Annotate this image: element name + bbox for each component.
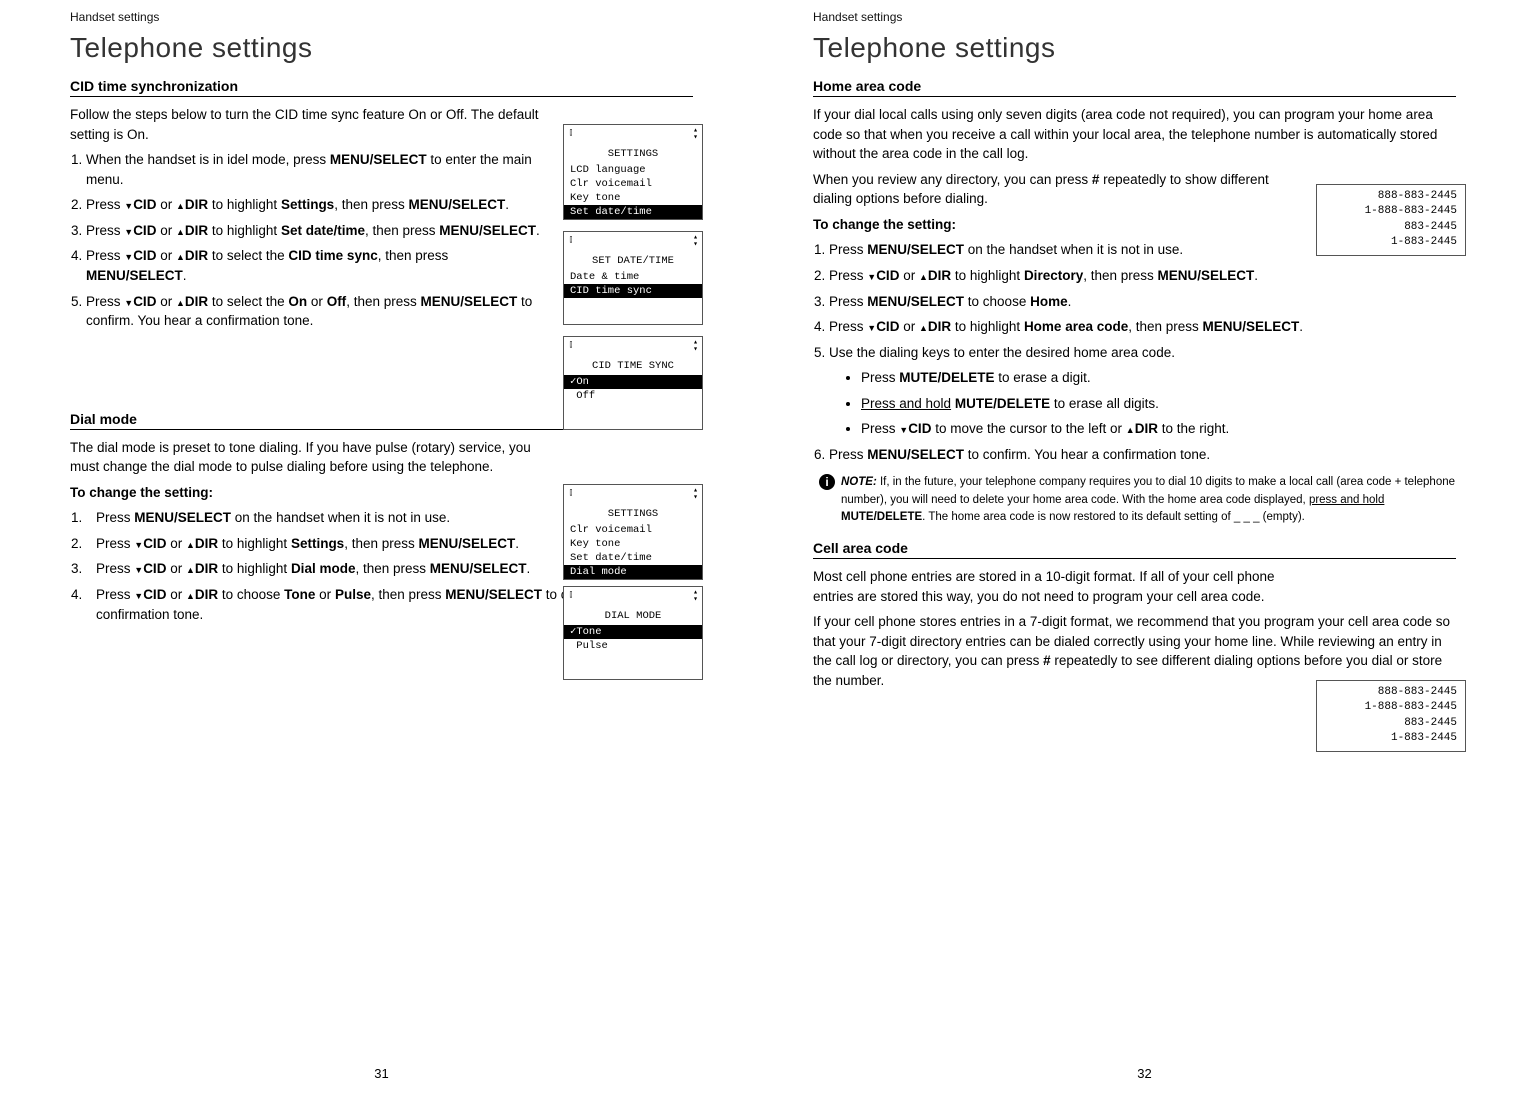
page-number: 32 [1137, 1066, 1151, 1081]
lcd-row: Off [564, 389, 702, 403]
dial-line: 1-883-2445 [1325, 731, 1457, 746]
up-triangle-icon [919, 268, 928, 283]
cell-paragraph-1: Most cell phone entries are stored in a … [813, 567, 1456, 606]
lcd-row: Clr voicemail [564, 523, 702, 537]
battery-icon [568, 127, 574, 145]
down-triangle-icon [899, 421, 908, 436]
lcd-title: SET DATE/TIME [564, 252, 702, 270]
note-block: i NOTE: If, in the future, your telephon… [841, 474, 1456, 526]
scroll-arrows-icon [693, 487, 698, 505]
lcd-settings-dial: SETTINGS Clr voicemail Key tone Set date… [563, 484, 703, 580]
dial-line: 888-883-2445 [1325, 685, 1457, 700]
down-triangle-icon [124, 248, 133, 263]
lcd-row-selected: Dial mode [564, 565, 702, 579]
bullet: Press and hold MUTE/DELETE to erase all … [861, 394, 1456, 414]
step: Press CID or DIR to highlight Directory,… [829, 266, 1456, 286]
page-title: Telephone settings [70, 32, 693, 64]
steps-home-cont: Press MENU/SELECT to confirm. You hear a… [829, 445, 1456, 465]
lcd-cid-time-sync: CID TIME SYNC ✓On Off [563, 336, 703, 430]
lcd-row-selected: CID time sync [564, 284, 702, 298]
bullet: Press CID to move the cursor to the left… [861, 419, 1456, 439]
dial-options-box: 888-883-2445 1-888-883-2445 883-2445 1-8… [1316, 184, 1466, 256]
page-title: Telephone settings [813, 32, 1456, 64]
lcd-row-selected: ✓Tone [564, 625, 702, 639]
up-triangle-icon [176, 294, 185, 309]
lcd-settings: SETTINGS LCD language Clr voicemail Key … [563, 124, 703, 220]
lcd-row: LCD language [564, 163, 702, 177]
lcd-row: Clr voicemail [564, 177, 702, 191]
up-triangle-icon [919, 319, 928, 334]
lcd-row-selected: ✓On [564, 375, 702, 389]
down-triangle-icon [134, 536, 143, 551]
up-triangle-icon [186, 536, 195, 551]
dial-line: 1-883-2445 [1325, 235, 1457, 250]
down-triangle-icon [124, 197, 133, 212]
step: Press MENU/SELECT to choose Home. [829, 292, 1456, 312]
dial-line: 883-2445 [1325, 716, 1457, 731]
section-heading-cell: Cell area code [813, 540, 1456, 559]
home-paragraph-1: If your dial local calls using only seve… [813, 105, 1456, 164]
lcd-row: Key tone [564, 191, 702, 205]
up-triangle-icon [186, 587, 195, 602]
section-heading-cid: CID time synchronization [70, 78, 693, 97]
breadcrumb: Handset settings [70, 10, 693, 24]
dial-line: 1-888-883-2445 [1325, 204, 1457, 219]
lcd-row: Set date/time [564, 551, 702, 565]
step: Use the dialing keys to enter the desire… [829, 343, 1456, 363]
lcd-title: DIAL MODE [564, 607, 702, 625]
breadcrumb: Handset settings [813, 10, 1456, 24]
lcd-row: Date & time [564, 270, 702, 284]
lcd-row: Key tone [564, 537, 702, 551]
sub-bullets: Press MUTE/DELETE to erase a digit. Pres… [861, 368, 1456, 439]
up-triangle-icon [176, 197, 185, 212]
lcd-set-date-time: SET DATE/TIME Date & time CID time sync [563, 231, 703, 325]
info-icon: i [819, 474, 835, 490]
bullet: Press MUTE/DELETE to erase a digit. [861, 368, 1456, 388]
scroll-arrows-icon [693, 589, 698, 607]
page-number: 31 [374, 1066, 388, 1081]
lcd-row-selected: Set date/time [564, 205, 702, 219]
section-heading-home: Home area code [813, 78, 1456, 97]
page-left: Handset settings Telephone settings CID … [0, 0, 763, 1101]
scroll-arrows-icon [693, 234, 698, 252]
dial-line: 888-883-2445 [1325, 189, 1457, 204]
battery-icon [568, 487, 574, 505]
lcd-title: SETTINGS [564, 505, 702, 523]
up-triangle-icon [186, 561, 195, 576]
up-triangle-icon [1126, 421, 1135, 436]
up-triangle-icon [176, 223, 185, 238]
dial-line: 1-888-883-2445 [1325, 700, 1457, 715]
up-triangle-icon [176, 248, 185, 263]
down-triangle-icon [124, 223, 133, 238]
lcd-dial-mode: DIAL MODE ✓Tone Pulse [563, 586, 703, 680]
down-triangle-icon [124, 294, 133, 309]
step: Press CID or DIR to highlight Home area … [829, 317, 1456, 337]
scroll-arrows-icon [693, 127, 698, 145]
down-triangle-icon [867, 319, 876, 334]
scroll-arrows-icon [693, 339, 698, 357]
dial-paragraph: The dial mode is preset to tone dialing.… [70, 438, 693, 477]
steps-home: Press MENU/SELECT on the handset when it… [829, 240, 1456, 362]
lcd-title: SETTINGS [564, 145, 702, 163]
lcd-title: CID TIME SYNC [564, 357, 702, 375]
battery-icon [568, 339, 574, 357]
cell-paragraph-2: If your cell phone stores entries in a 7… [813, 612, 1456, 690]
page-right: Handset settings Telephone settings Home… [763, 0, 1526, 1101]
down-triangle-icon [867, 268, 876, 283]
battery-icon [568, 589, 574, 607]
down-triangle-icon [134, 561, 143, 576]
dial-line: 883-2445 [1325, 220, 1457, 235]
dial-options-box-cell: 888-883-2445 1-888-883-2445 883-2445 1-8… [1316, 680, 1466, 752]
down-triangle-icon [134, 587, 143, 602]
battery-icon [568, 234, 574, 252]
step: Press MENU/SELECT to confirm. You hear a… [829, 445, 1456, 465]
lcd-row: Pulse [564, 639, 702, 653]
